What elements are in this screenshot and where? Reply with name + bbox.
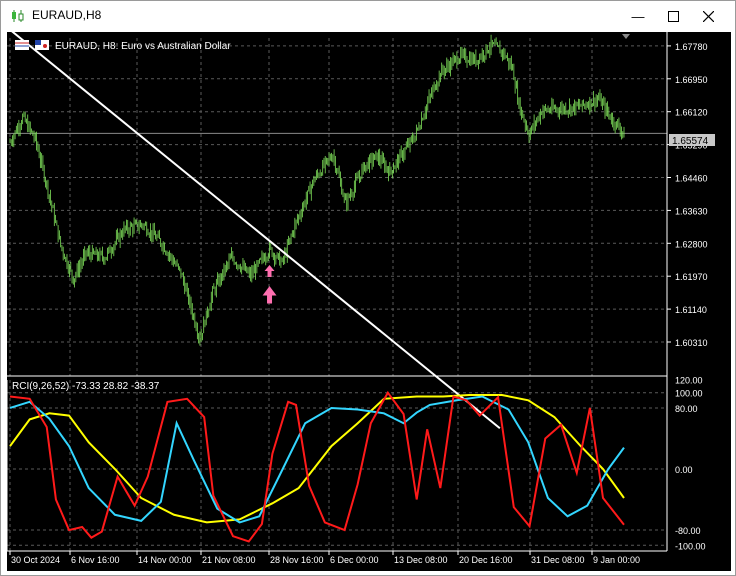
time-tick-label: 6 Dec 00:00 (330, 555, 379, 565)
price-tick-label: 1.66950 (675, 75, 708, 85)
window-title: EURAUD,H8 (32, 8, 102, 22)
time-tick-label: 31 Dec 08:00 (531, 555, 585, 565)
rci-tick-label: 80.00 (675, 404, 698, 414)
window: EURAUD,H8 — EURAUD, H8: Euro vs Australi… (0, 0, 736, 576)
time-axis: 30 Oct 2024 6 Nov 16:00 14 Nov 00:00 21 Nov… (9, 551, 640, 565)
time-tick-label: 6 Nov 16:00 (71, 555, 120, 565)
rci-tick-label: 120.00 (675, 375, 703, 385)
price-axis: 1.677801.669501.661201.652901.644601.636… (667, 42, 708, 348)
price-tick-label: 1.63630 (675, 206, 708, 216)
indicator-axis: 120.00 100.00 80.00 0.00 -80.00 -100.00 (675, 375, 706, 551)
time-tick-label: 30 Oct 2024 (11, 555, 60, 565)
rci-lines (9, 390, 625, 543)
time-tick-label: 14 Nov 00:00 (138, 555, 192, 565)
trendline[interactable] (9, 28, 501, 429)
chart-area[interactable]: EURAUD, H8: Euro vs Australian Dollar RC… (6, 28, 731, 571)
maximize-icon (667, 11, 679, 22)
candles (9, 34, 625, 346)
chart-canvas[interactable]: EURAUD, H8: Euro vs Australian Dollar RC… (6, 28, 731, 571)
minimize-icon: — (631, 9, 645, 24)
rci-tick-label: -100.00 (675, 541, 706, 551)
price-tick-label: 1.60310 (675, 338, 708, 348)
price-tick-label: 1.67780 (675, 42, 708, 52)
price-tick-label: 1.61140 (675, 305, 707, 315)
time-tick-label: 13 Dec 08:00 (394, 555, 448, 565)
rci-tick-label: 100.00 (675, 389, 703, 399)
time-tick-label: 28 Nov 16:00 (270, 555, 324, 565)
current-price-text: 1.65574 (672, 136, 709, 147)
price-tick-label: 1.66120 (675, 108, 708, 118)
price-tick-label: 1.62800 (675, 239, 708, 249)
signal-arrow-icon (262, 264, 277, 304)
maximize-button[interactable] (656, 1, 690, 32)
time-tick-label: 21 Nov 08:00 (202, 555, 256, 565)
shift-marker-icon[interactable] (622, 34, 630, 39)
chart-header: EURAUD, H8: Euro vs Australian Dollar (55, 41, 231, 52)
close-icon (702, 11, 714, 22)
rci-fast-line (9, 390, 625, 543)
minimize-button[interactable]: — (621, 1, 655, 32)
rci-tick-label: -80.00 (675, 526, 701, 536)
rci-tick-label: 0.00 (675, 465, 693, 475)
chart-app-icon (12, 10, 24, 22)
time-tick-label: 20 Dec 16:00 (459, 555, 513, 565)
title-bar[interactable]: EURAUD,H8 — (1, 1, 735, 32)
price-tick-label: 1.61970 (675, 272, 708, 282)
price-tick-label: 1.64460 (675, 174, 708, 184)
close-button[interactable] (691, 1, 725, 32)
indicator-label: RCI(9,26,52) -73.33 28.82 -38.37 (12, 381, 160, 392)
time-tick-label: 9 Jan 00:00 (593, 555, 640, 565)
current-price-label: 1.65574 (669, 134, 715, 147)
